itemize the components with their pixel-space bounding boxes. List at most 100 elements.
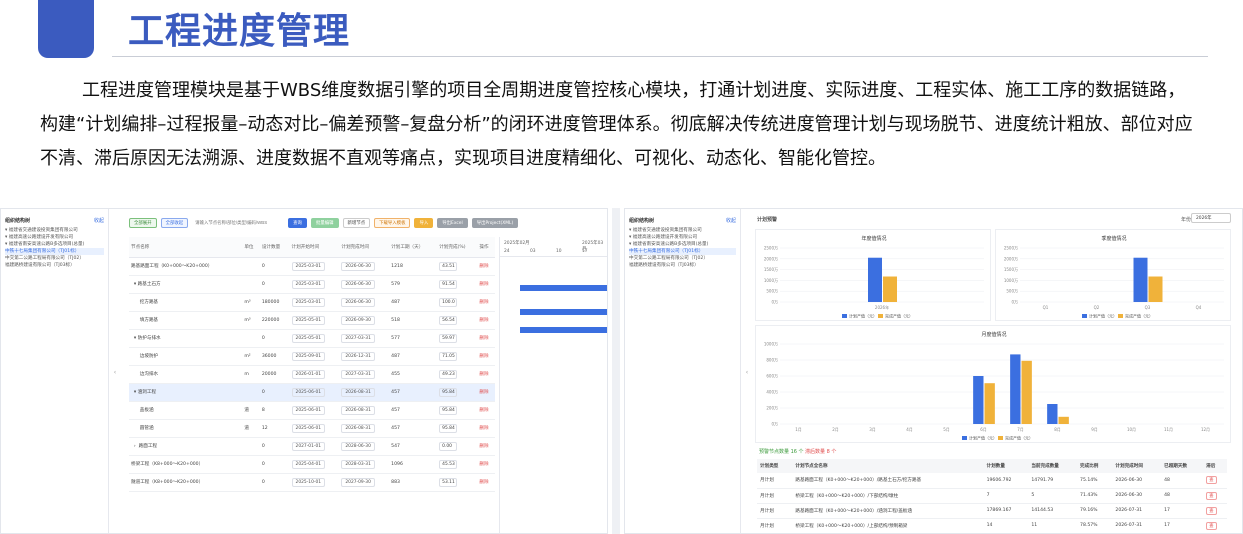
org-tree-node[interactable]: 福建路桥建设有限公司（TJ03标） xyxy=(5,262,104,269)
percent-stepper[interactable]: 43.51 xyxy=(439,261,458,271)
end-date-picker[interactable]: 2028-03-31 xyxy=(341,459,375,469)
gantt-bar[interactable] xyxy=(520,327,607,333)
org-tree-node[interactable]: ▾ 福建高速公路建设开发有限公司 xyxy=(5,234,104,241)
download-template-button[interactable]: 下载导入模板 xyxy=(374,218,411,228)
year-select[interactable]: 2026年 xyxy=(1191,213,1231,223)
percent-stepper[interactable]: 45.53 xyxy=(439,459,458,469)
collapse-all-button[interactable]: 全部收起 xyxy=(160,218,189,228)
bar[interactable] xyxy=(984,383,995,424)
percent-stepper[interactable]: 53.11 xyxy=(439,477,458,487)
table-row[interactable]: 月计划 桥梁工程（K0+000～K20+000）/上部结构/预制箱梁 14 11 78.… xyxy=(757,518,1227,533)
start-date-picker[interactable]: 2025-10-01 xyxy=(291,477,326,487)
bar[interactable] xyxy=(1058,416,1069,424)
add-node-button[interactable]: 新增节点 xyxy=(342,218,371,228)
warning-count-tab[interactable]: 预警节点数量 16 个 xyxy=(759,448,804,455)
percent-stepper[interactable]: 49.23 xyxy=(439,369,458,379)
end-date-picker[interactable]: 2026-06-30 xyxy=(341,279,375,289)
import-button[interactable]: 导入 xyxy=(414,218,434,228)
delete-link[interactable]: 删除 xyxy=(479,372,488,377)
start-date-picker[interactable]: 2026-01-01 xyxy=(291,369,326,379)
table-row[interactable]: › 路面工程 0 2027-01-01 2028-06-30 547 0.00 删除 xyxy=(129,437,495,456)
org-tree-node[interactable]: ▾ 福建省交通建设投资集团有限公司 xyxy=(5,227,104,234)
bar[interactable] xyxy=(973,376,984,424)
view-button[interactable]: 查 xyxy=(1206,521,1217,530)
panel-collapse-icon[interactable]: ‹ xyxy=(743,369,751,376)
start-date-picker[interactable]: 2025-06-01 xyxy=(291,423,326,433)
end-date-picker[interactable]: 2026-09-30 xyxy=(341,315,375,325)
delete-link[interactable]: 删除 xyxy=(479,444,488,449)
view-button[interactable]: 查 xyxy=(1206,506,1217,515)
percent-stepper[interactable]: 0.00 xyxy=(439,441,458,451)
end-date-picker[interactable]: 2026-08-31 xyxy=(341,423,375,433)
expand-all-button[interactable]: 全部展开 xyxy=(129,218,157,228)
gantt-bar[interactable] xyxy=(520,309,607,315)
table-row[interactable]: 月计划 路基路面工程（K0+000～K20+000）/路基土石方/挖方路基 1960… xyxy=(757,473,1227,489)
org-tree-node[interactable]: ▾ 福建省南安高速公路B多选项目(总量) xyxy=(629,241,736,248)
delete-link[interactable]: 删除 xyxy=(479,336,488,341)
batch-edit-button[interactable]: 批量编辑 xyxy=(310,218,339,228)
end-date-picker[interactable]: 2027-03-31 xyxy=(341,333,375,343)
table-row[interactable]: 路基路面工程（K0+000～K20+000） 0 2025-03-01 2026-06… xyxy=(129,257,495,276)
end-date-picker[interactable]: 2028-06-30 xyxy=(341,441,375,451)
bar[interactable] xyxy=(1047,404,1058,424)
panel-collapse-icon[interactable]: ‹ xyxy=(111,369,119,376)
org-tree-node[interactable]: ▾ 福建高速公路建设开发有限公司 xyxy=(629,234,736,241)
delete-link[interactable]: 删除 xyxy=(479,318,488,323)
percent-stepper[interactable]: 95.84 xyxy=(439,423,458,433)
bar[interactable] xyxy=(1021,360,1032,424)
table-row[interactable]: ▾ 涵洞工程 0 2025-06-01 2026-08-31 457 95.84 删除 xyxy=(129,383,495,402)
start-date-picker[interactable]: 2025-03-01 xyxy=(291,279,326,289)
bar[interactable] xyxy=(883,276,897,302)
delete-link[interactable]: 删除 xyxy=(479,426,488,431)
percent-stepper[interactable]: 91.54 xyxy=(439,279,458,289)
start-date-picker[interactable]: 2027-01-01 xyxy=(291,441,326,451)
table-row[interactable]: 挖方路基 m³ 180000 2025-03-01 2026-06-30 487 100.0… xyxy=(129,293,495,312)
table-row[interactable]: 隧道工程（K8+000～K20+000） 0 2025-10-01 2027-09-3… xyxy=(129,473,495,492)
org-tree-node[interactable]: 中交第二公路工程局有限公司（TJ02） xyxy=(5,255,104,262)
delete-link[interactable]: 删除 xyxy=(479,300,488,305)
start-date-picker[interactable]: 2025-05-01 xyxy=(291,333,326,343)
percent-stepper[interactable]: 71.05 xyxy=(439,351,458,361)
start-date-picker[interactable]: 2025-06-01 xyxy=(291,405,326,415)
view-button[interactable]: 查 xyxy=(1206,476,1217,485)
percent-stepper[interactable]: 95.84 xyxy=(439,387,458,397)
org-tree-node[interactable]: 中铁十七局集团有限公司（TJ01标） xyxy=(629,248,736,255)
percent-stepper[interactable]: 95.84 xyxy=(439,405,458,415)
org-tree-collapse-link[interactable]: 收起 xyxy=(726,217,736,224)
delete-link[interactable]: 删除 xyxy=(479,354,488,359)
node-search-input[interactable] xyxy=(192,218,285,228)
org-tree-node[interactable]: 福建路桥建设有限公司（TJ03标） xyxy=(629,262,736,269)
delete-link[interactable]: 删除 xyxy=(479,480,488,485)
percent-stepper[interactable]: 59.97 xyxy=(439,333,458,343)
delete-link[interactable]: 删除 xyxy=(479,264,488,269)
start-date-picker[interactable]: 2025-04-01 xyxy=(291,459,326,469)
start-date-picker[interactable]: 2025-03-01 xyxy=(291,261,326,271)
table-row[interactable]: 桥梁工程（K8+000～K20+000） 0 2025-04-01 2028-03-3… xyxy=(129,455,495,474)
org-tree-node[interactable]: ▾ 福建省交通建设投资集团有限公司 xyxy=(629,227,736,234)
percent-stepper[interactable]: 56.54 xyxy=(439,315,458,325)
end-date-picker[interactable]: 2026-12-31 xyxy=(341,351,375,361)
bar[interactable] xyxy=(1133,257,1148,302)
org-tree-node[interactable]: ▾ 福建省南安高速公路B多选项目(总量) xyxy=(5,241,104,248)
bar[interactable] xyxy=(1148,276,1163,302)
table-row[interactable]: 月计划 路基路面工程（K0+000～K20+000）/涵洞工程/盖板涵 17869.… xyxy=(757,503,1227,519)
table-row[interactable]: 月计划 桥梁工程（K0+000～K20+000）/下部结构/墩柱 7 5 71.43% 2… xyxy=(757,488,1227,504)
bar[interactable] xyxy=(868,257,882,302)
start-date-picker[interactable]: 2025-03-01 xyxy=(291,297,326,307)
bar[interactable] xyxy=(1010,354,1021,424)
org-tree-collapse-link[interactable]: 收起 xyxy=(94,217,104,224)
end-date-picker[interactable]: 2026-06-30 xyxy=(341,297,375,307)
end-date-picker[interactable]: 2026-08-31 xyxy=(341,405,375,415)
delete-link[interactable]: 删除 xyxy=(479,390,488,395)
delete-link[interactable]: 删除 xyxy=(479,462,488,467)
start-date-picker[interactable]: 2025-09-01 xyxy=(291,351,326,361)
search-button[interactable]: 查询 xyxy=(288,218,307,228)
lag-count-tab[interactable]: 滞后数量 8 个 xyxy=(805,448,836,455)
table-row[interactable]: ▾ 防护与排水 0 2025-05-01 2027-03-31 577 59.97 删除 xyxy=(129,329,495,348)
table-row[interactable]: ▾ 路基土石方 0 2025-03-01 2026-06-30 579 91.54 删除 xyxy=(129,275,495,294)
table-row[interactable]: 边坡防护 m² 36000 2025-09-01 2026-12-31 487 71.05 删… xyxy=(129,347,495,366)
table-row[interactable]: 填方路基 m³ 220000 2025-05-01 2026-09-30 518 56.54… xyxy=(129,311,495,330)
start-date-picker[interactable]: 2025-06-01 xyxy=(291,387,326,397)
org-tree-node[interactable]: 中铁十七局集团有限公司（TJ01标） xyxy=(5,248,104,255)
gantt-bar[interactable] xyxy=(520,285,607,291)
